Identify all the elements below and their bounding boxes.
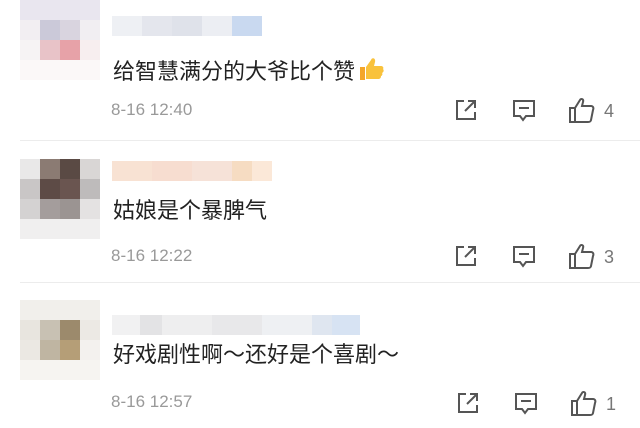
reply-icon [515,393,537,415]
comment-item: 给智慧满分的大爷比个赞 8-16 12:40 4 [0,0,640,141]
like-button[interactable] [567,241,595,269]
like-count: 1 [606,394,617,414]
comment-item: 姑娘是个暴脾气 8-16 12:22 3 [0,141,640,283]
reply-icon [513,246,535,268]
share-icon [458,393,478,413]
share-icon [456,246,476,266]
share-icon [456,100,476,120]
username[interactable] [112,16,262,36]
like-button[interactable] [569,388,597,416]
username[interactable] [112,315,360,335]
share-button[interactable] [452,242,480,270]
thumbs-up-icon [569,243,595,269]
comment-text: 好戏剧性啊～还好是个喜剧～ [113,343,400,368]
reply-icon [513,100,535,122]
reply-button[interactable] [510,242,538,270]
thumbs-up-icon [571,390,597,416]
like-count: 3 [604,247,615,267]
comment-item: 好戏剧性啊～还好是个喜剧～ 8-16 12:57 1 [0,283,640,428]
thumbs-up-icon [569,97,595,123]
share-button[interactable] [452,96,480,124]
username[interactable] [112,161,272,181]
comment-time: 8-16 12:57 [111,392,193,411]
thumbs-up-emoji-icon [357,53,387,92]
comment-time: 8-16 12:40 [111,100,193,119]
like-count: 4 [604,101,615,121]
avatar[interactable] [20,300,100,380]
avatar[interactable] [20,159,100,239]
avatar[interactable] [20,0,100,80]
comments-page: { "comments": [ {"text": "给智慧满分的大爷比个赞", … [0,0,640,428]
comment-text: 给智慧满分的大爷比个赞 [113,53,387,92]
share-button[interactable] [454,389,482,417]
comment-text-content: 给智慧满分的大爷比个赞 [113,60,356,85]
comment-text: 姑娘是个暴脾气 [113,199,268,224]
like-button[interactable] [567,95,595,123]
reply-button[interactable] [512,389,540,417]
comment-time: 8-16 12:22 [111,246,193,265]
reply-button[interactable] [510,96,538,124]
